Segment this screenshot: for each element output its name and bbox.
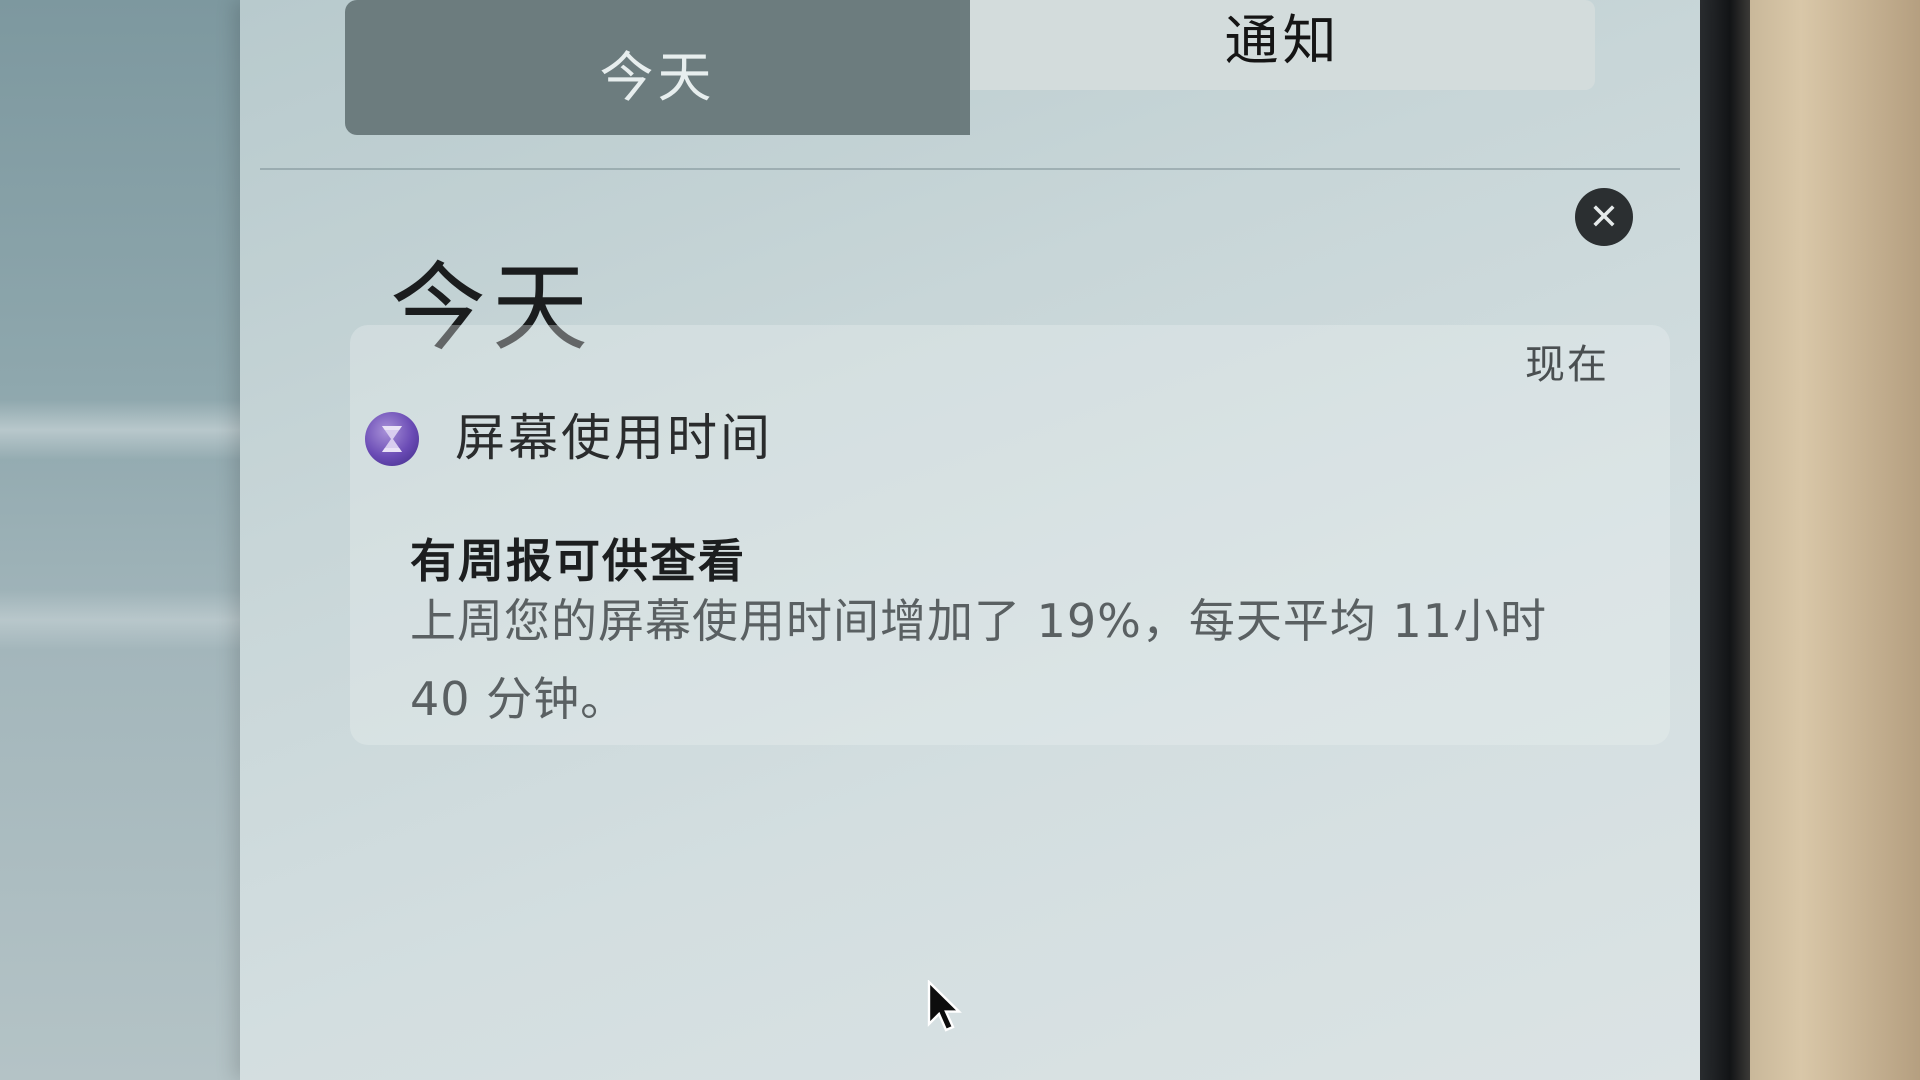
tab-today[interactable]: 今天 — [345, 0, 970, 135]
tab-notifications[interactable]: 通知 — [970, 0, 1595, 90]
segmented-control: 今天 通知 — [345, 0, 1595, 135]
mouse-cursor-icon — [927, 980, 962, 1032]
desk-surface — [1750, 0, 1920, 1080]
hourglass-glyph — [382, 426, 402, 452]
notification-body: 上周您的屏幕使用时间增加了 19%，每天平均 11小时 40 分钟。 — [410, 594, 1548, 726]
screen-bezel — [1700, 0, 1750, 1080]
app-name: 屏幕使用时间 — [455, 409, 773, 467]
close-icon: ✕ — [1588, 196, 1620, 238]
close-button[interactable]: ✕ — [1575, 188, 1633, 246]
notification-center-panel: 今天 通知 今天 ✕ 屏幕使用时间 现在 有周报可供查看 上周您的屏幕使用时间增… — [240, 0, 1700, 1080]
notification-timestamp: 现在 — [1525, 342, 1609, 388]
hourglass-icon — [365, 412, 419, 466]
divider — [260, 168, 1680, 170]
